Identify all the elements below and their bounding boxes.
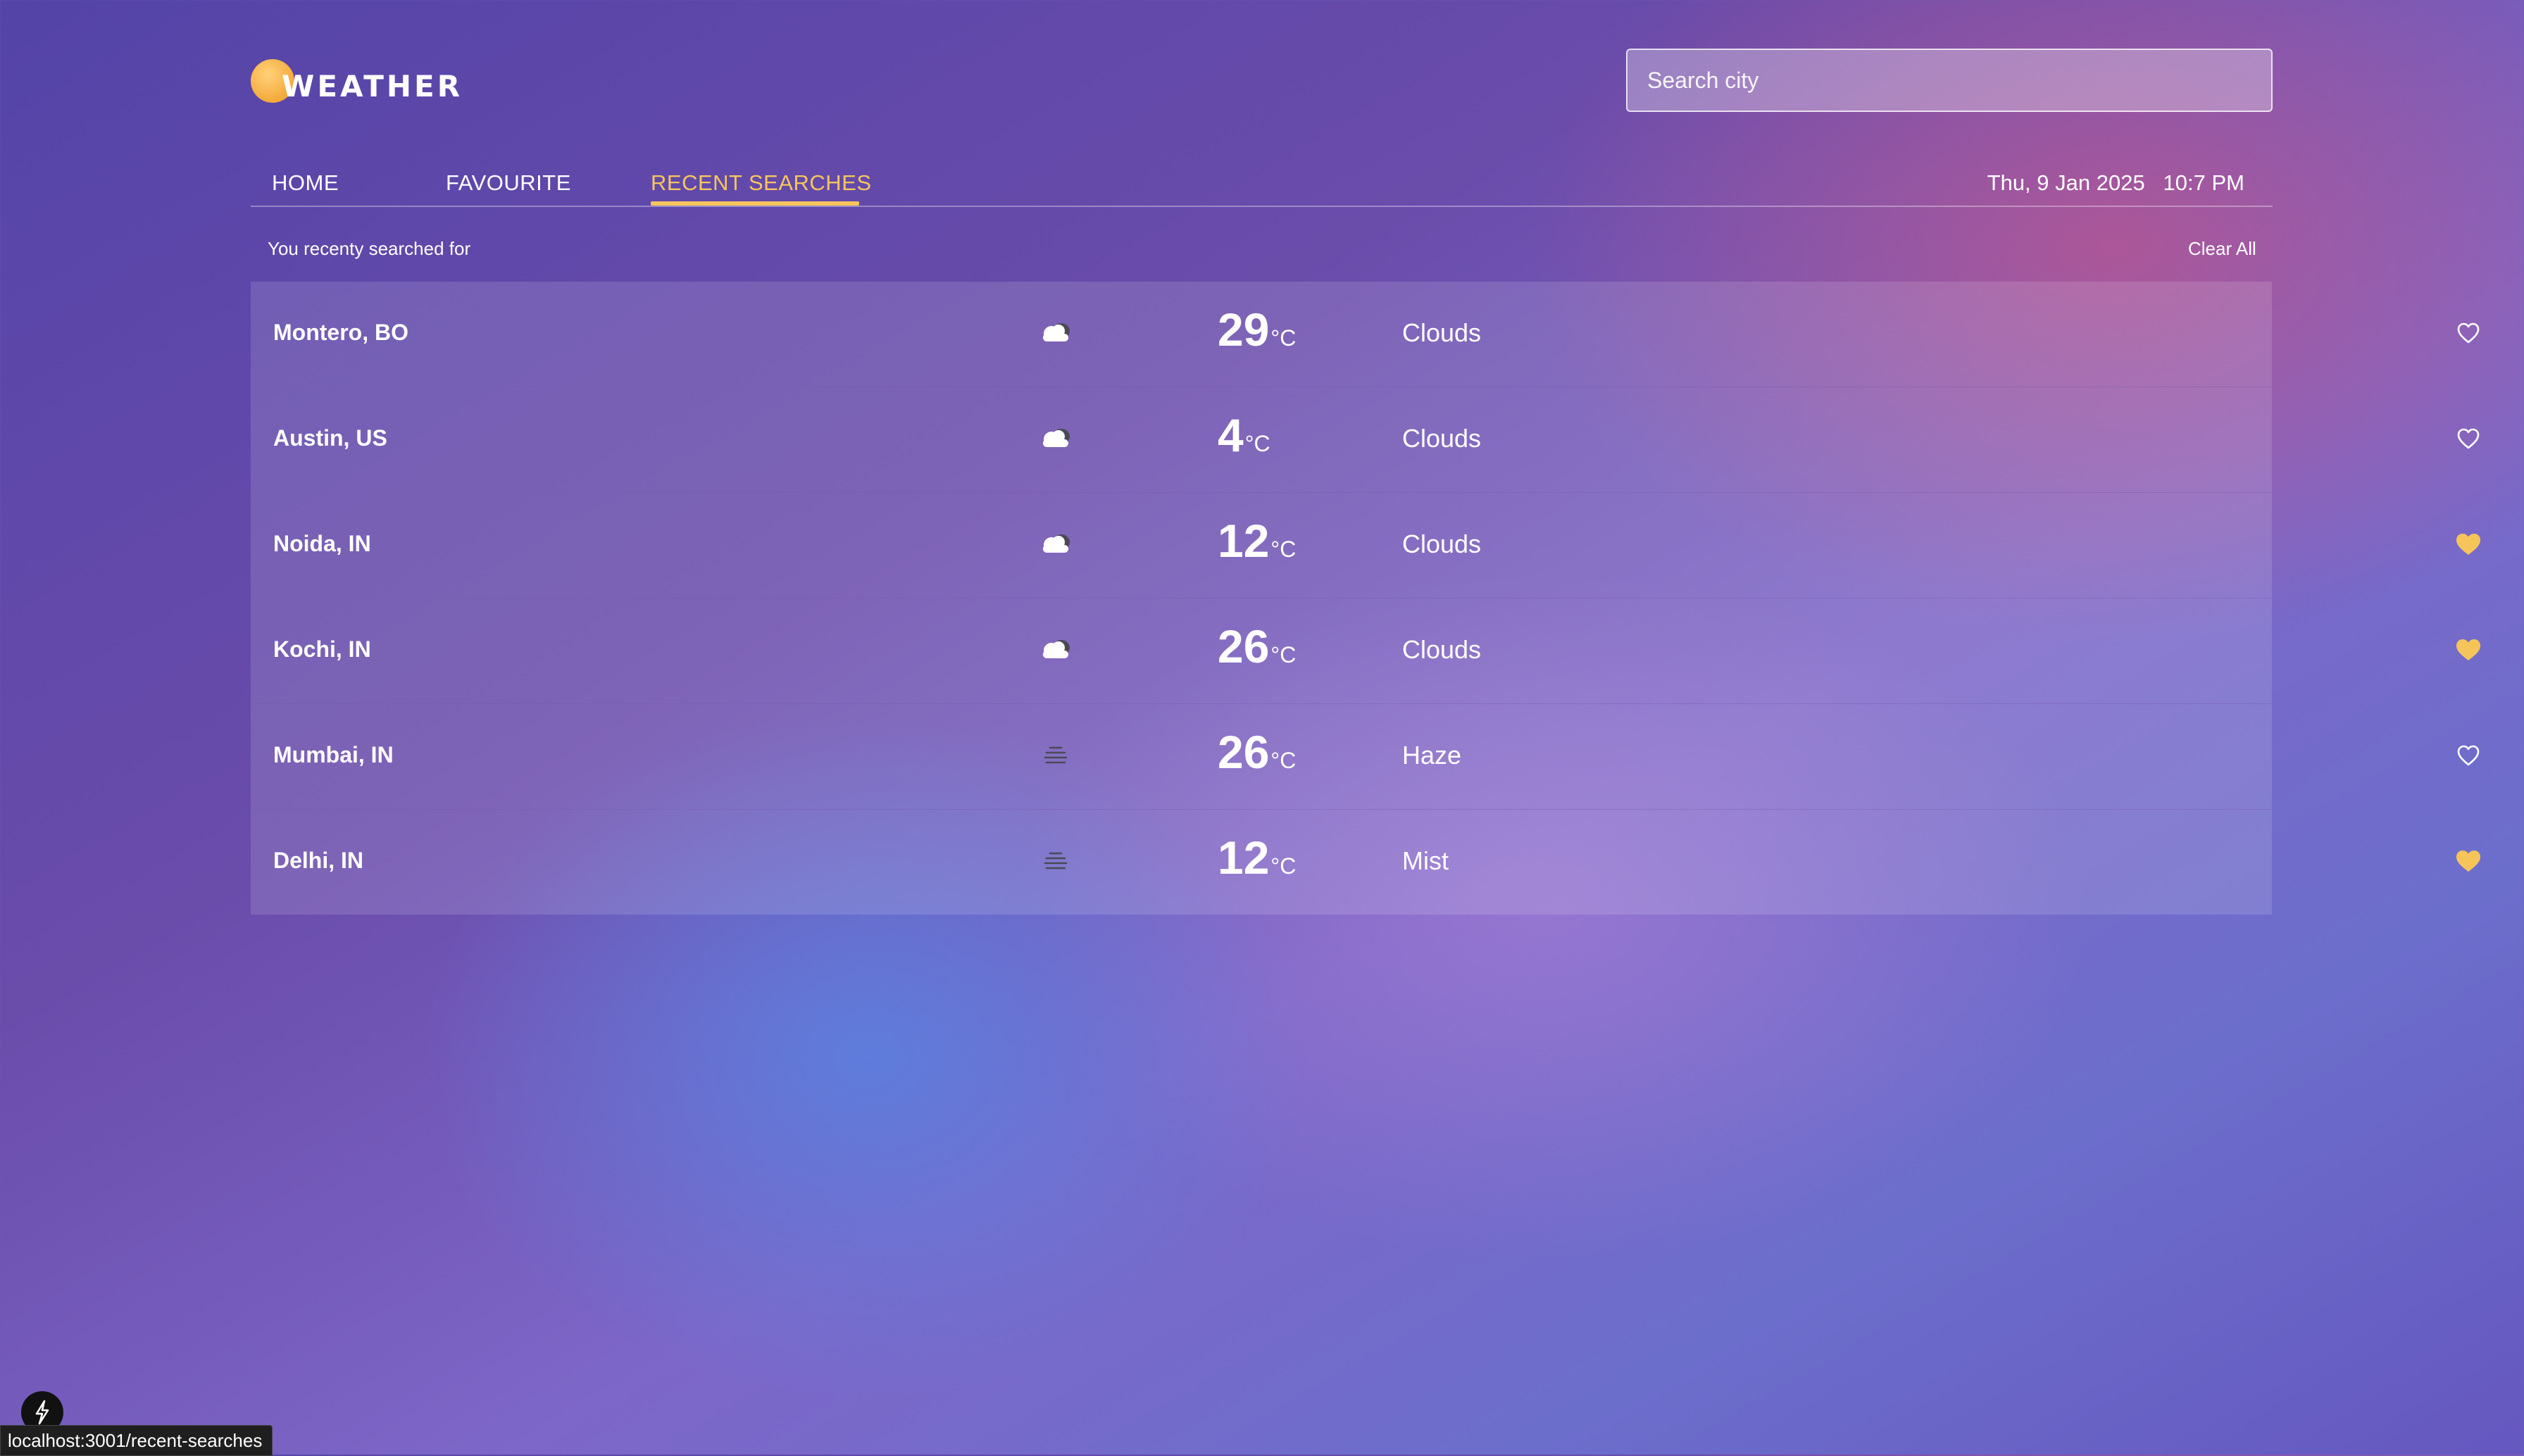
logo-text: WEATHER — [282, 69, 463, 103]
heart-outline-icon[interactable] — [2452, 741, 2485, 770]
city-name: Montero, BO — [273, 320, 408, 345]
temperature-unit: °C — [1270, 853, 1297, 879]
app-logo[interactable]: WEATHER — [251, 59, 462, 104]
temperature-value: 4 — [1218, 409, 1244, 461]
heart-filled-icon[interactable] — [2452, 846, 2485, 876]
tab-favourite[interactable]: FAVOURITE — [446, 170, 571, 196]
current-time: 10:7 PM — [2163, 170, 2244, 195]
temperature-unit: °C — [1270, 642, 1297, 667]
weather-condition: Haze — [1402, 741, 1462, 770]
main-nav: HOME FAVOURITE RECENT SEARCHES Thu, 9 Ja… — [251, 159, 2273, 207]
city-name: Kochi, IN — [273, 636, 371, 662]
cloud-icon — [1037, 528, 1074, 559]
weather-condition: Mist — [1402, 846, 1449, 875]
temperature: 29°C — [1218, 303, 1296, 356]
temperature-unit: °C — [1270, 325, 1297, 351]
city-name: Mumbai, IN — [273, 742, 394, 767]
temperature-value: 26 — [1218, 726, 1270, 778]
temperature-unit: °C — [1270, 748, 1297, 773]
temperature-value: 26 — [1218, 620, 1270, 672]
temperature-unit: °C — [1244, 431, 1270, 456]
clear-all-button[interactable]: Clear All — [2188, 238, 2256, 260]
recent-search-row[interactable]: Delhi, IN 12°C Mist — [251, 810, 2480, 915]
mist-icon — [1037, 845, 1074, 876]
temperature: 12°C — [1218, 514, 1296, 567]
weather-condition: Clouds — [1402, 529, 1482, 558]
temperature-unit: °C — [1270, 536, 1297, 562]
tab-home[interactable]: HOME — [272, 170, 339, 196]
temperature: 26°C — [1218, 620, 1296, 673]
date-time: Thu, 9 Jan 2025 10:7 PM — [1987, 170, 2244, 196]
recent-search-row[interactable]: Noida, IN 12°C Clouds — [251, 493, 2480, 598]
city-name: Austin, US — [273, 425, 387, 451]
heart-outline-icon[interactable] — [2452, 318, 2485, 348]
weather-condition: Clouds — [1402, 318, 1482, 347]
active-tab-indicator — [651, 201, 859, 206]
recent-search-row[interactable]: Kochi, IN 26°C Clouds — [251, 598, 2480, 704]
recent-search-row[interactable]: Montero, BO 29°C Clouds — [251, 282, 2480, 387]
status-bar-url: localhost:3001/recent-searches — [0, 1425, 273, 1456]
cloud-icon — [1037, 317, 1074, 348]
city-name: Delhi, IN — [273, 848, 364, 873]
recent-search-row[interactable]: Mumbai, IN 26°C Haze — [251, 704, 2480, 810]
temperature: 26°C — [1218, 725, 1296, 779]
recent-subtitle: You recenty searched for — [268, 238, 471, 259]
heart-filled-icon[interactable] — [2452, 635, 2485, 665]
tab-recent-searches[interactable]: RECENT SEARCHES — [651, 170, 872, 196]
cloud-icon — [1037, 422, 1074, 453]
heart-filled-icon[interactable] — [2452, 529, 2485, 559]
temperature: 4°C — [1218, 408, 1270, 462]
recent-list: Montero, BO 29°C Clouds Austin, US 4°C Clouds… — [251, 282, 2480, 915]
recent-search-row[interactable]: Austin, US 4°C Clouds — [251, 387, 2480, 493]
cloud-icon — [1037, 634, 1074, 665]
haze-icon — [1037, 739, 1074, 770]
city-name: Noida, IN — [273, 531, 371, 556]
temperature: 12°C — [1218, 831, 1296, 884]
temperature-value: 29 — [1218, 303, 1270, 356]
weather-condition: Clouds — [1402, 424, 1482, 453]
temperature-value: 12 — [1218, 515, 1270, 567]
search-input[interactable] — [1626, 49, 2273, 112]
current-date: Thu, 9 Jan 2025 — [1987, 170, 2145, 195]
temperature-value: 12 — [1218, 831, 1270, 884]
heart-outline-icon[interactable] — [2452, 424, 2485, 453]
weather-condition: Clouds — [1402, 635, 1482, 664]
